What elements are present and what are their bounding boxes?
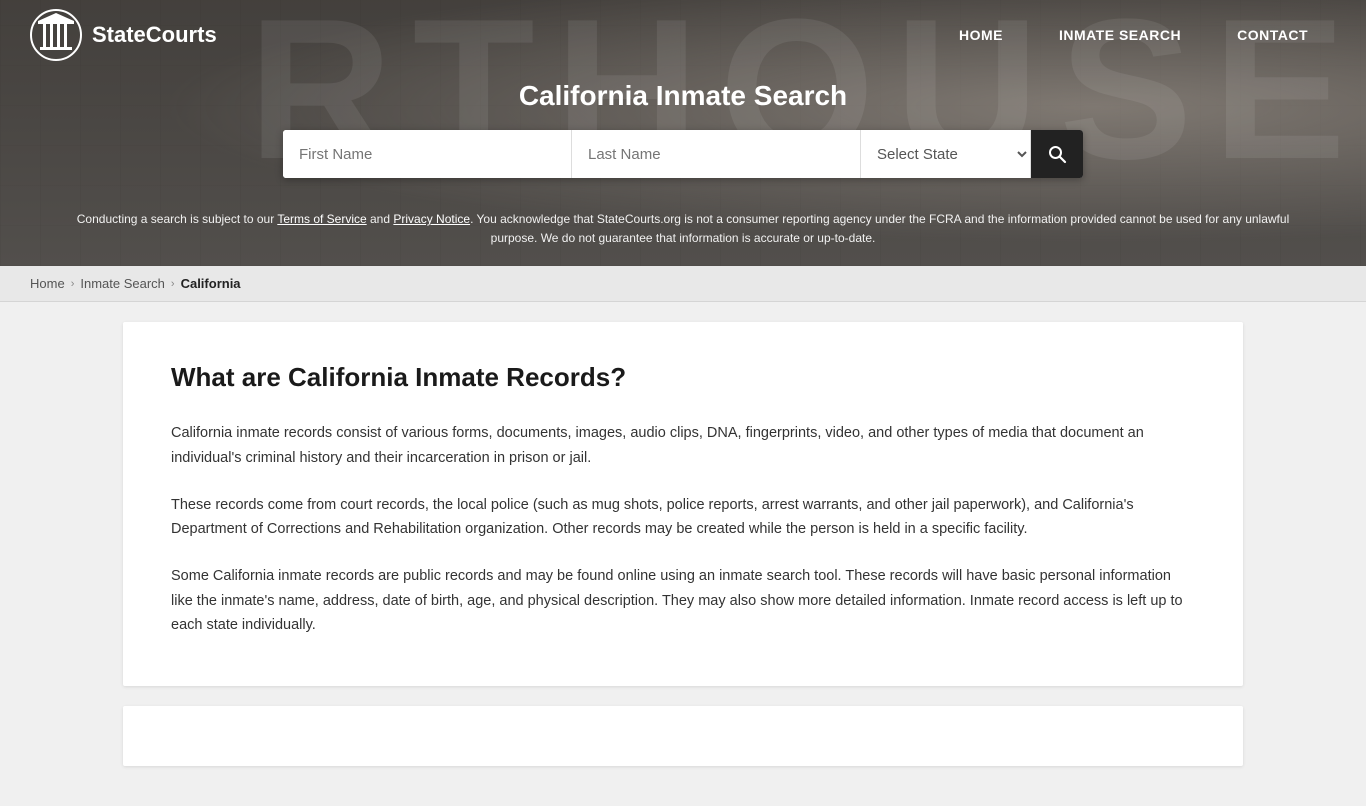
logo-text: StateCourts — [92, 22, 217, 48]
article-paragraph-1: California inmate records consist of var… — [171, 421, 1195, 470]
disclaimer-text-after: . You acknowledge that StateCourts.org i… — [470, 212, 1289, 245]
nav-links: HOME INMATE SEARCH CONTACT — [931, 0, 1336, 70]
article-paragraph-3: Some California inmate records are publi… — [171, 564, 1195, 638]
nav-inmate-search[interactable]: INMATE SEARCH — [1031, 0, 1209, 70]
breadcrumb-sep-1: › — [71, 278, 75, 290]
search-icon — [1047, 144, 1067, 164]
breadcrumb: Home › Inmate Search › California — [0, 266, 1366, 302]
privacy-notice-link[interactable]: Privacy Notice — [393, 212, 470, 226]
breadcrumb-home[interactable]: Home — [30, 276, 65, 291]
page-title: California Inmate Search — [519, 80, 847, 112]
disclaimer-text-between: and — [367, 212, 394, 226]
nav-home[interactable]: HOME — [931, 0, 1031, 70]
article-paragraph-2: These records come from court records, t… — [171, 493, 1195, 542]
search-button[interactable] — [1031, 130, 1083, 178]
search-form: Select StateAlabamaAlaskaArizonaArkansas… — [283, 130, 1083, 178]
breadcrumb-inmate-search[interactable]: Inmate Search — [80, 276, 165, 291]
hero-section: RTHOUSE StateCourts HOME INMATE SEARCH C… — [0, 0, 1366, 266]
hero-content: California Inmate Search Select StateAla… — [0, 70, 1366, 198]
breadcrumb-current: California — [181, 276, 241, 291]
nav-contact[interactable]: CONTACT — [1209, 0, 1336, 70]
main-content: What are California Inmate Records? Cali… — [93, 302, 1273, 805]
terms-of-service-link[interactable]: Terms of Service — [277, 212, 366, 226]
article-card: What are California Inmate Records? Cali… — [123, 322, 1243, 685]
logo-link[interactable]: StateCourts — [30, 9, 217, 61]
article-heading: What are California Inmate Records? — [171, 362, 1195, 393]
last-name-input[interactable] — [572, 130, 861, 178]
logo-icon — [30, 9, 82, 61]
breadcrumb-sep-2: › — [171, 278, 175, 290]
state-select[interactable]: Select StateAlabamaAlaskaArizonaArkansas… — [861, 130, 1031, 178]
disclaimer-text-before: Conducting a search is subject to our — [77, 212, 278, 226]
first-name-input[interactable] — [283, 130, 572, 178]
navbar: StateCourts HOME INMATE SEARCH CONTACT — [0, 0, 1366, 70]
disclaimer: Conducting a search is subject to our Te… — [0, 198, 1366, 266]
article-card-partial — [123, 706, 1243, 766]
